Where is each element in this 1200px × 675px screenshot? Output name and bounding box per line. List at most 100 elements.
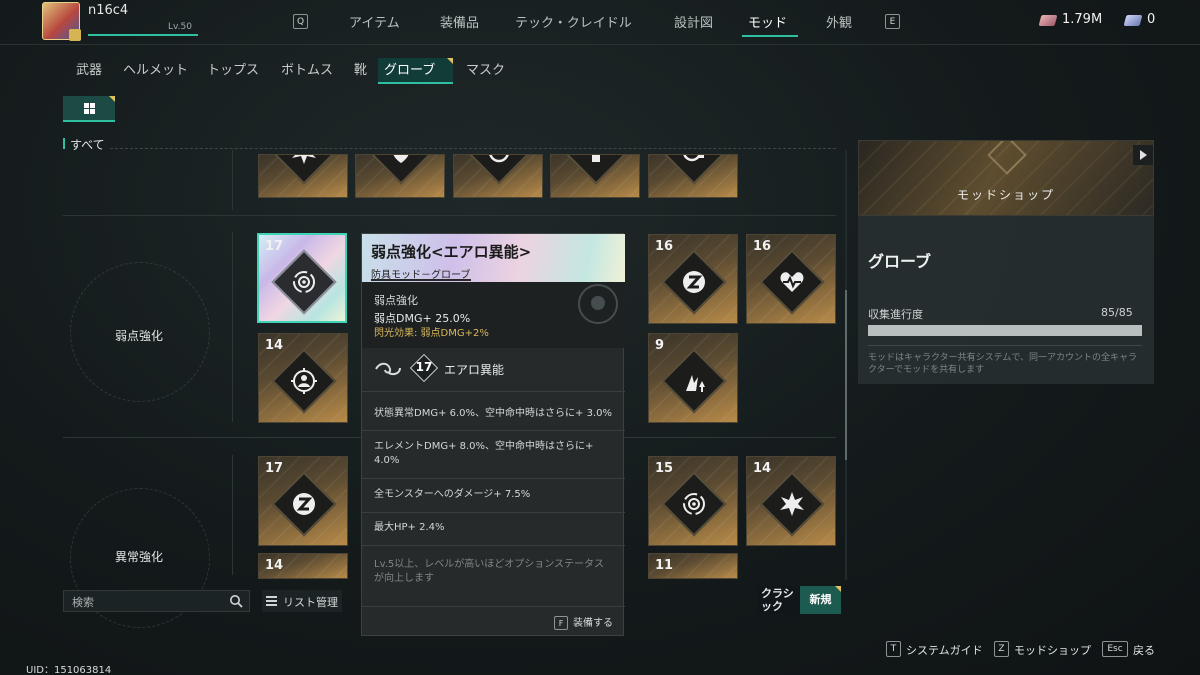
panel-description: モッドはキャラクター共有システムで、同一アカウントの全キャラクターでモッドを共有…: [868, 353, 1138, 375]
back-label[interactable]: 戻る: [1133, 642, 1155, 658]
tab-mod[interactable]: モッド: [748, 12, 787, 31]
category-bottoms[interactable]: ボトムス: [275, 58, 339, 84]
currency-primary-icon: [1038, 15, 1058, 26]
list-manage-label: リスト管理: [283, 596, 338, 609]
tab-blueprint[interactable]: 設計図: [674, 12, 713, 31]
burst-icon: [780, 492, 804, 516]
weakness-emblem-icon: [578, 284, 618, 324]
grid-icon: [84, 103, 95, 114]
grid-divider: [232, 232, 233, 422]
panel-divider: [868, 345, 1142, 346]
scrollbar-thumb[interactable]: [845, 290, 847, 460]
set-name: エアロ異能: [444, 363, 505, 377]
mod-card[interactable]: 14: [258, 553, 348, 579]
top-bar: n16c4 Lv.50 Q アイテム 装備品 テック・クレイドル 設計図 モッド…: [0, 0, 1200, 44]
new-marker-icon: [447, 58, 453, 64]
tab-item[interactable]: アイテム: [349, 12, 400, 31]
category-gloves-label: グローブ: [384, 63, 436, 78]
aero-swirl-icon: [489, 155, 509, 163]
progress-fill: [868, 325, 1142, 336]
mod-card[interactable]: [550, 154, 640, 198]
mod-card[interactable]: 17: [258, 456, 348, 546]
filter-all-label: すべて: [70, 138, 105, 152]
mod-card[interactable]: [258, 154, 348, 198]
tooltip-header: 弱点強化<エアロ異能> 防具モッド－グローブ: [362, 234, 625, 282]
mod-card[interactable]: 16: [648, 234, 738, 324]
mod-level: 9: [655, 338, 665, 353]
mod-card[interactable]: [648, 154, 738, 198]
mod-level: 17: [265, 461, 284, 476]
tooltip-footer-divider: [362, 606, 625, 607]
tab-appearance[interactable]: 外観: [826, 12, 852, 31]
heart-pulse-icon: [780, 272, 804, 292]
system-guide-label[interactable]: システムガイド: [906, 642, 983, 658]
option-divider: [362, 545, 625, 546]
player-name: n16c4: [88, 3, 129, 18]
prev-tab-key[interactable]: Q: [293, 14, 308, 29]
mod-level: 17: [265, 239, 284, 254]
mod-shop-footer-label[interactable]: モッドショップ: [1014, 642, 1091, 658]
new-marker-icon: [835, 586, 841, 592]
section-marker: [63, 138, 65, 149]
equip-action[interactable]: F 装備する: [554, 614, 613, 630]
mod-card-selected[interactable]: 17: [257, 233, 347, 323]
mod-shop-banner[interactable]: [858, 140, 1154, 216]
sort-new-label: 新規: [809, 593, 832, 606]
mod-card[interactable]: 15: [648, 456, 738, 546]
mod-card[interactable]: 14: [746, 456, 836, 546]
mod-card[interactable]: [453, 154, 543, 198]
mod-level: 15: [655, 461, 674, 476]
search-placeholder: 検索: [72, 596, 94, 609]
back-key[interactable]: Esc: [1102, 641, 1128, 657]
mod-level: 16: [753, 239, 772, 254]
divider: [0, 44, 1200, 45]
next-tab-key[interactable]: E: [885, 14, 900, 29]
player-avatar[interactable]: [42, 2, 81, 41]
shop-crown-icon: [987, 141, 1027, 175]
category-tops[interactable]: トップス: [201, 58, 265, 84]
system-guide-key[interactable]: T: [886, 641, 901, 657]
sort-new-button[interactable]: 新規: [800, 586, 841, 614]
category-helmet[interactable]: ヘルメット: [117, 58, 194, 84]
search-icon[interactable]: [229, 594, 243, 608]
mod-level: 14: [265, 338, 284, 353]
grid-divider: [232, 455, 233, 575]
play-arrow-icon[interactable]: [1133, 145, 1153, 165]
player-level: Lv.50: [168, 22, 192, 32]
equip-label: 装備する: [573, 618, 613, 629]
progress-label: 収集進行度: [868, 308, 923, 321]
group-label-weakness: 弱点強化: [115, 329, 164, 343]
tab-equipment[interactable]: 装備品: [440, 12, 479, 31]
option-line: 最大HP+ 2.4%: [374, 522, 445, 533]
group-divider: [63, 215, 836, 216]
mod-card[interactable]: 11: [648, 553, 738, 579]
equip-key: F: [554, 616, 568, 630]
arrow-up-icon: [592, 155, 600, 162]
mod-shop-key[interactable]: Z: [994, 641, 1009, 657]
tab-tech-cradle[interactable]: テック・クレイドル: [515, 12, 632, 31]
sort-classic-button[interactable]: クラシック: [757, 586, 800, 614]
mod-level: 14: [753, 461, 772, 476]
tooltip-stat-name: 弱点強化: [374, 294, 418, 307]
mod-level: 16: [655, 239, 674, 254]
mod-card[interactable]: 9: [648, 333, 738, 423]
option-line: エレメントDMG+ 8.0%、空中命中時はさらに+ 4.0%: [374, 441, 594, 466]
category-gloves[interactable]: グローブ: [378, 58, 453, 84]
shield-icon: [393, 155, 409, 163]
burst-icon: [292, 155, 316, 164]
currency-primary-value: 1.79M: [1062, 12, 1103, 27]
category-shoes[interactable]: 靴: [348, 58, 373, 84]
mod-card[interactable]: 16: [746, 234, 836, 324]
active-tab-indicator: [742, 35, 798, 37]
swirl-shield-icon: [683, 155, 704, 162]
option-divider: [362, 478, 625, 479]
mod-card[interactable]: [355, 154, 445, 198]
mod-shop-label: モッドショップ: [956, 188, 1055, 202]
category-weapon[interactable]: 武器: [70, 58, 108, 84]
filter-grid-button[interactable]: [63, 96, 115, 122]
new-marker-icon: [109, 96, 115, 102]
currency-secondary-icon: [1123, 15, 1143, 26]
tooltip-subtitle-underline: [371, 279, 471, 281]
category-mask[interactable]: マスク: [460, 58, 511, 84]
mod-card[interactable]: 14: [258, 333, 348, 423]
